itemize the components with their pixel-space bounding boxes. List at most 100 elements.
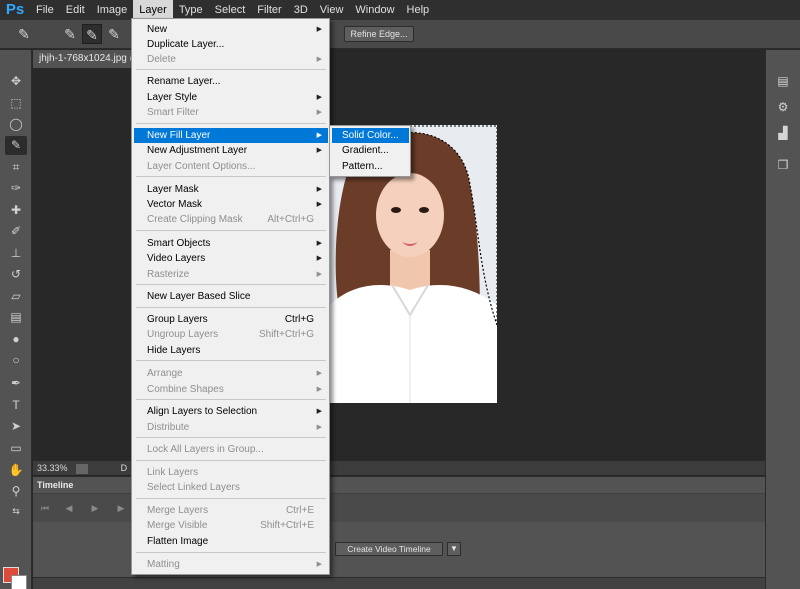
previous-frame-icon[interactable]: ◀ <box>63 502 75 514</box>
gradient-tool-icon[interactable]: ▤ <box>5 308 27 327</box>
menu-item-lock-all-layers-in-group: Lock All Layers in Group... <box>134 442 328 457</box>
zoom-tool-icon[interactable]: ⚲ <box>5 482 27 501</box>
create-video-timeline-button[interactable]: Create Video Timeline <box>335 542 443 556</box>
submenu-arrow-icon: ▶ <box>316 240 322 247</box>
submenu-arrow-icon: ▶ <box>316 26 322 33</box>
histogram-panel-icon[interactable]: ▟ <box>774 124 792 142</box>
eraser-tool-icon[interactable]: ▱ <box>5 287 27 306</box>
pen-tool-icon[interactable]: ✒ <box>5 374 27 393</box>
submenu-arrow-icon: ▶ <box>316 424 322 431</box>
document-tab[interactable]: jhjh-1-768x1024.jpg @ <box>33 50 133 68</box>
menu-item-layer-style[interactable]: Layer Style ▶ <box>134 90 328 105</box>
submenu-item-solid-color[interactable]: Solid Color... <box>332 128 409 143</box>
submenu-item-pattern[interactable]: Pattern... <box>332 159 409 174</box>
menu-item-shortcut: Ctrl+G <box>284 314 314 325</box>
timeline-type-dropdown-icon[interactable]: ▼ <box>447 542 461 556</box>
menu-type[interactable]: Type <box>173 0 209 20</box>
menu-3d[interactable]: 3D <box>288 0 314 20</box>
timeline-tab[interactable]: Timeline <box>33 477 77 493</box>
menu-item-label: New Adjustment Layer <box>147 145 248 156</box>
hand-tool-icon[interactable]: ✋ <box>5 461 27 480</box>
refine-edge-button[interactable]: Refine Edge... <box>344 26 414 42</box>
menu-view[interactable]: View <box>314 0 350 20</box>
menu-item-video-layers[interactable]: Video Layers ▶ <box>134 251 328 266</box>
quick-selection-tool-preset-icon[interactable]: ✎ <box>14 24 34 44</box>
menu-item-arrange: Arrange ▶ <box>134 366 328 381</box>
layers-panel-icon[interactable]: ❐ <box>774 156 792 174</box>
menu-item-label: Select Linked Layers <box>147 482 240 493</box>
menu-item-create-clipping-mask: Create Clipping Mask Alt+Ctrl+G <box>134 212 328 227</box>
lasso-tool-icon[interactable]: ◯ <box>5 115 27 134</box>
marquee-tool-icon[interactable]: ⬚ <box>5 94 27 113</box>
clone-stamp-tool-icon[interactable]: ⊥ <box>5 244 27 263</box>
status-menu-icon[interactable] <box>76 463 89 474</box>
menu-separator <box>136 552 326 553</box>
menu-edit[interactable]: Edit <box>60 0 91 20</box>
background-color-swatch[interactable] <box>11 575 27 589</box>
zoom-level[interactable]: 33.33% <box>37 463 68 473</box>
timeline-footer <box>33 577 765 589</box>
menu-item-merge-layers: Merge Layers Ctrl+E <box>134 503 328 518</box>
healing-brush-tool-icon[interactable]: ✚ <box>5 201 27 220</box>
submenu-item-gradient[interactable]: Gradient... <box>332 143 409 158</box>
menu-item-label: Video Layers <box>147 253 206 264</box>
menu-item-vector-mask[interactable]: Vector Mask ▶ <box>134 197 328 212</box>
menu-item-label: Duplicate Layer... <box>147 39 225 50</box>
menu-item-shortcut: Alt+Ctrl+G <box>267 214 314 225</box>
blur-tool-icon[interactable]: ● <box>5 330 27 349</box>
menu-separator <box>136 360 326 361</box>
type-tool-icon[interactable]: T <box>5 396 27 415</box>
menu-item-label: Vector Mask <box>147 199 203 210</box>
menu-item-group-layers[interactable]: Group Layers Ctrl+G <box>134 312 328 327</box>
menu-layer[interactable]: Layer <box>133 0 173 20</box>
next-frame-icon[interactable]: ▶ <box>115 502 127 514</box>
menu-item-merge-visible: Merge Visible Shift+Ctrl+E <box>134 518 328 533</box>
new-selection-icon[interactable]: ✎ <box>60 24 80 44</box>
history-panel-icon[interactable]: ▤ <box>774 72 792 90</box>
properties-panel-icon[interactable]: ⚙ <box>774 98 792 116</box>
menu-item-smart-objects[interactable]: Smart Objects ▶ <box>134 236 328 251</box>
menu-item-new-fill-layer[interactable]: New Fill Layer ▶ <box>134 128 328 143</box>
rectangle-tool-icon[interactable]: ▭ <box>5 439 27 458</box>
menu-window[interactable]: Window <box>349 0 400 20</box>
dodge-tool-icon[interactable]: ○ <box>5 351 27 370</box>
menu-item-label: Merge Visible <box>147 520 208 531</box>
menu-select[interactable]: Select <box>209 0 252 20</box>
menu-item-label: Rename Layer... <box>147 76 221 87</box>
menu-item-new-adjustment-layer[interactable]: New Adjustment Layer ▶ <box>134 143 328 158</box>
move-tool-icon[interactable]: ✥ <box>5 72 27 91</box>
menu-item-select-linked-layers: Select Linked Layers <box>134 480 328 495</box>
menu-file[interactable]: File <box>30 0 60 20</box>
brush-tool-icon[interactable]: ✐ <box>5 222 27 241</box>
menu-item-new-layer-based-slice[interactable]: New Layer Based Slice <box>134 289 328 304</box>
menu-item-layer-mask[interactable]: Layer Mask ▶ <box>134 182 328 197</box>
menu-item-align-layers-to-selection[interactable]: Align Layers to Selection ▶ <box>134 404 328 419</box>
submenu-arrow-icon: ▶ <box>316 94 322 101</box>
menu-image[interactable]: Image <box>91 0 134 20</box>
menu-item-label: Layer Mask <box>147 184 199 195</box>
path-selection-tool-icon[interactable]: ➤ <box>5 417 27 436</box>
menu-item-shortcut: Ctrl+E <box>285 505 314 516</box>
menu-help[interactable]: Help <box>401 0 436 20</box>
menu-item-label: Layer Content Options... <box>147 161 256 172</box>
play-icon[interactable]: ▶ <box>89 502 101 514</box>
eyedropper-tool-icon[interactable]: ✑ <box>5 179 27 198</box>
right-panel-strip: ▤ ⚙ ▟ ❐ <box>765 50 800 589</box>
menu-item-duplicate-layer[interactable]: Duplicate Layer... <box>134 37 328 52</box>
history-brush-tool-icon[interactable]: ↺ <box>5 265 27 284</box>
menu-filter[interactable]: Filter <box>251 0 287 20</box>
menu-separator <box>136 437 326 438</box>
subtract-from-selection-icon[interactable]: ✎ <box>104 24 124 44</box>
menu-item-rename-layer[interactable]: Rename Layer... <box>134 74 328 89</box>
submenu-arrow-icon: ▶ <box>316 147 322 154</box>
quick-selection-tool-icon[interactable]: ✎ <box>5 136 27 155</box>
go-to-first-frame-icon[interactable]: ⏮ <box>39 502 51 514</box>
submenu-arrow-icon: ▶ <box>316 186 322 193</box>
menu-item-new[interactable]: New ▶ <box>134 22 328 37</box>
crop-tool-icon[interactable]: ⌗ <box>5 158 27 177</box>
submenu-arrow-icon: ▶ <box>316 201 322 208</box>
add-to-selection-icon[interactable]: ✎ <box>82 24 102 44</box>
menu-item-hide-layers[interactable]: Hide Layers <box>134 343 328 358</box>
menu-item-flatten-image[interactable]: Flatten Image <box>134 534 328 549</box>
swap-colors-icon[interactable]: ⇆ <box>5 502 27 521</box>
